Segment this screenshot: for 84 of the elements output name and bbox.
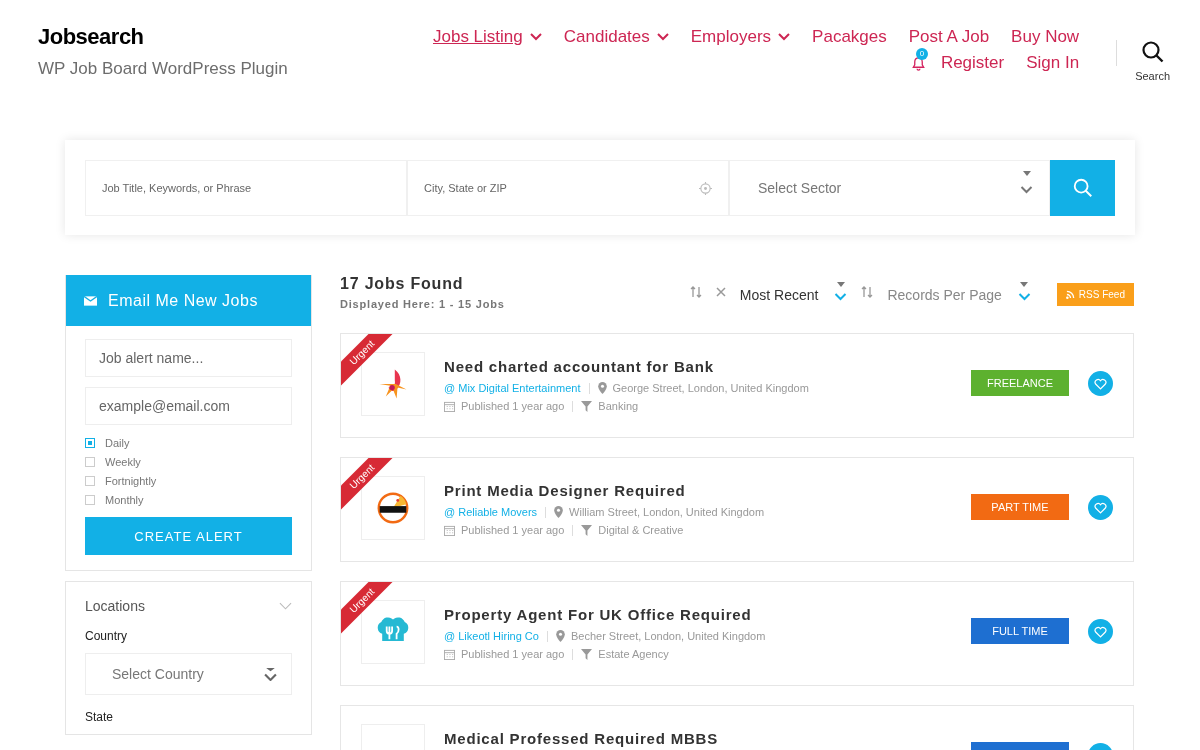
heart-icon[interactable]: [1094, 377, 1107, 390]
notification-bell-icon[interactable]: [910, 55, 926, 71]
alert-widget-title: Email Me New Jobs: [108, 291, 258, 310]
country-select[interactable]: Select Country: [85, 653, 292, 695]
published-date: Published 1 year ago: [461, 524, 565, 536]
dropdown-triangle-icon: [836, 282, 845, 287]
nav-link[interactable]: Employers: [690, 27, 772, 47]
sort-icon[interactable]: [861, 285, 874, 298]
caret-icon[interactable]: [778, 33, 791, 41]
state-label: State: [85, 710, 115, 724]
job-location: Becher Street, London, United Kingdom: [570, 630, 766, 642]
locations-heading[interactable]: Locations: [85, 598, 145, 614]
favorite-button[interactable]: [1088, 495, 1113, 520]
chevron-down-icon[interactable]: [1020, 185, 1033, 194]
nav-link[interactable]: Post A Job: [908, 27, 990, 47]
country-label: Country: [85, 629, 129, 643]
frequency-label: Fortnightly: [105, 475, 157, 487]
job-type-badge: PART TIME: [971, 494, 1069, 520]
heart-icon[interactable]: [1094, 501, 1107, 514]
nav-link[interactable]: Sign In: [1026, 53, 1080, 73]
sort-select[interactable]: Most Recent: [739, 286, 819, 303]
nav-link[interactable]: Register: [940, 53, 1005, 73]
heart-icon[interactable]: [1094, 625, 1107, 638]
map-pin-icon: [554, 506, 564, 518]
sector-select[interactable]: Select Sector: [729, 160, 1050, 216]
job-type-badge: FREELANCE: [971, 370, 1069, 396]
chevron-down-icon[interactable]: [1017, 293, 1031, 301]
displayed-range: Displayed Here: 1 - 15 Jobs: [340, 298, 505, 310]
map-pin-icon: [597, 382, 607, 394]
frequency-checkbox[interactable]: [85, 495, 95, 505]
search-toggle[interactable]: Search: [1135, 40, 1170, 82]
site-tagline: WP Job Board WordPress Plugin: [38, 59, 289, 79]
sort-icon[interactable]: [689, 285, 702, 298]
calendar-icon: [444, 400, 455, 412]
job-title[interactable]: Medical Professed Required MBBS: [444, 730, 719, 747]
envelope-icon: [84, 295, 97, 306]
frequency-label: Daily: [105, 437, 130, 449]
clear-icon[interactable]: [715, 286, 726, 297]
nav-link[interactable]: Jobs Listing: [433, 27, 523, 47]
job-title[interactable]: Print Media Designer Required: [444, 482, 686, 499]
favorite-button[interactable]: [1088, 371, 1113, 396]
frequency-label: Monthly: [105, 494, 144, 506]
site-title[interactable]: Jobsearch: [38, 24, 144, 50]
notification-count: 0: [915, 47, 928, 60]
email-field[interactable]: example@email.com: [85, 387, 292, 425]
job-location: George Street, London, United Kingdom: [612, 382, 809, 394]
alert-name-field[interactable]: Job alert name...: [85, 339, 292, 377]
map-pin-icon: [555, 630, 565, 642]
calendar-icon: [444, 648, 455, 660]
caret-icon[interactable]: [529, 33, 542, 41]
job-type-badge: FULL TIME: [971, 618, 1069, 644]
search-button[interactable]: [1050, 160, 1115, 216]
dropdown-triangle-icon: [1020, 282, 1029, 287]
published-date: Published 1 year ago: [461, 648, 565, 660]
filter-icon: [581, 400, 593, 412]
published-date: Published 1 year ago: [461, 400, 565, 412]
job-sector: Estate Agency: [598, 648, 669, 660]
records-per-page-select[interactable]: Records Per Page: [887, 286, 1002, 303]
calendar-icon: [444, 524, 455, 536]
dropdown-triangle-icon: [1022, 170, 1031, 176]
frequency-label: Weekly: [105, 456, 141, 468]
job-sector: Digital & Creative: [598, 524, 684, 536]
chevron-down-icon[interactable]: [834, 293, 848, 301]
search-icon[interactable]: [1140, 40, 1165, 64]
favorite-button[interactable]: [1088, 619, 1113, 644]
job-title[interactable]: Property Agent For UK Office Required: [444, 606, 752, 623]
frequency-checkbox[interactable]: [85, 476, 95, 486]
frequency-checkbox[interactable]: [85, 457, 95, 467]
nav-link[interactable]: Pacakges: [812, 27, 887, 47]
keyword-field[interactable]: Job Title, Keywords, or Phrase: [86, 161, 406, 215]
job-sector: Banking: [598, 400, 639, 412]
nav-link[interactable]: Candidates: [563, 27, 650, 47]
frequency-checkbox[interactable]: [85, 438, 95, 448]
filter-icon: [581, 524, 593, 536]
rss-icon[interactable]: [1065, 290, 1075, 299]
caret-icon[interactable]: [656, 33, 669, 41]
dropdown-arrow-icon[interactable]: [264, 667, 277, 681]
nav-link[interactable]: Buy Now: [1011, 27, 1080, 47]
filter-icon: [581, 648, 593, 660]
job-title[interactable]: Need charted accountant for Bank: [444, 358, 714, 375]
locate-icon[interactable]: [699, 181, 712, 195]
jobs-found-count: 17 Jobs Found: [340, 275, 465, 293]
expand-chevron-icon[interactable]: [279, 602, 292, 610]
job-location: William Street, London, United Kingdom: [569, 506, 765, 518]
